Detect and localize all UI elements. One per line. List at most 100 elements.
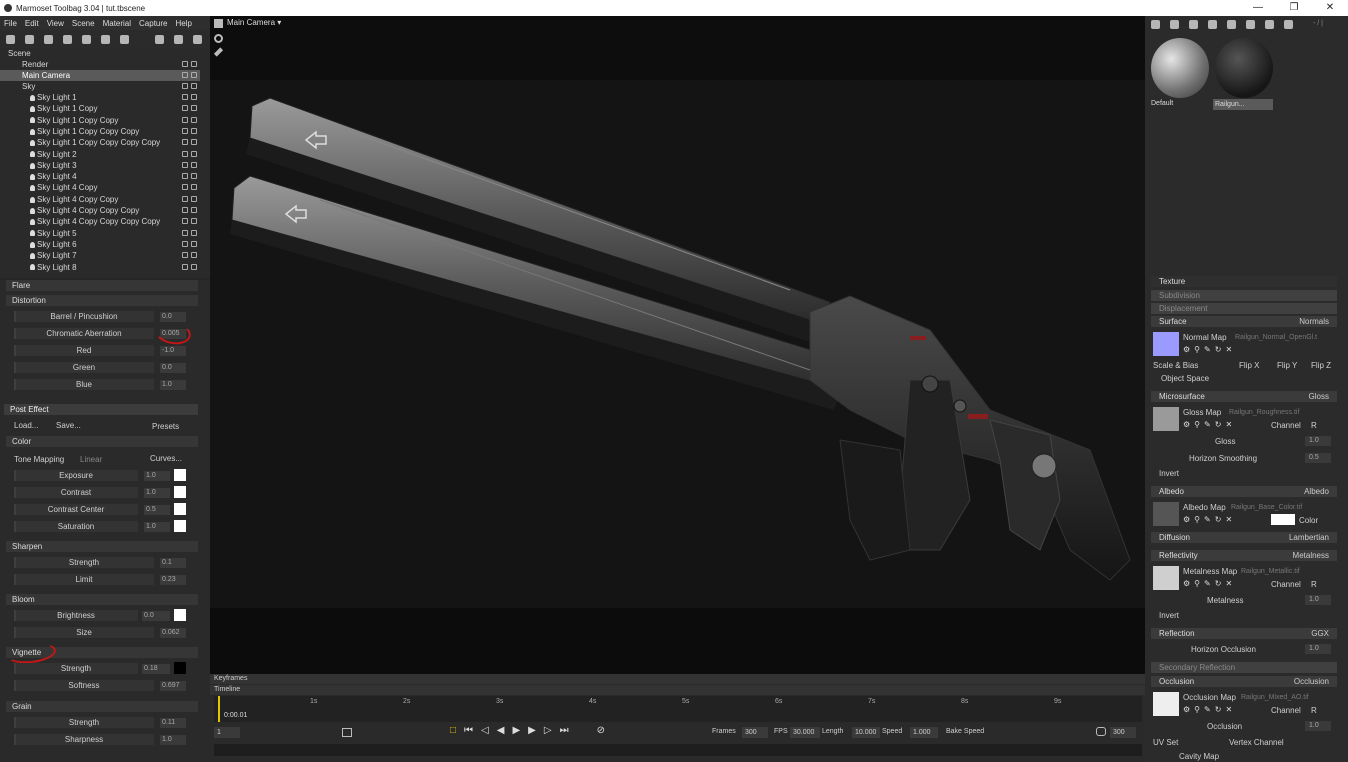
default-material-sphere[interactable] [1151, 38, 1209, 98]
horizon-occlusion-value[interactable]: 1.0 [1305, 644, 1331, 654]
section-grain[interactable]: Grain [6, 701, 198, 712]
albedo-map-thumbnail[interactable] [1153, 502, 1179, 526]
magnify-icon[interactable]: ⚲ [1194, 515, 1204, 524]
visibility-toggle[interactable] [182, 252, 198, 259]
flip-x-checkbox[interactable]: Flip X [1239, 360, 1259, 371]
tree-item-sky-light[interactable]: Sky Light 4 Copy [0, 182, 200, 193]
section-texture[interactable]: Texture [1151, 276, 1337, 287]
camera-selector[interactable]: Main Camera ▾ [227, 18, 281, 27]
folder-icon[interactable] [155, 34, 164, 44]
bloom-brightness-value[interactable]: 0.0 [142, 611, 170, 621]
tree-item-sky-light[interactable]: Sky Light 3 [0, 160, 200, 171]
bake-speed-button[interactable]: Bake Speed [946, 728, 984, 735]
visibility-toggle[interactable] [182, 229, 198, 237]
reload-icon[interactable]: ↻ [1215, 420, 1226, 429]
edit-icon[interactable]: ✎ [1204, 420, 1215, 429]
flip-z-checkbox[interactable]: Flip Z [1311, 360, 1331, 371]
next-frame-icon[interactable]: ▶ [528, 725, 536, 736]
gloss-map-file[interactable]: Railgun_Roughness.tif [1229, 407, 1329, 418]
material-name-railgun[interactable]: Railgun... [1213, 99, 1273, 110]
railgun-material-sphere[interactable] [1215, 38, 1273, 98]
tree-item-sky-light[interactable]: Sky Light 1 Copy Copy Copy Copy [0, 137, 200, 148]
timeline-header[interactable]: Timeline [210, 685, 1145, 695]
section-sharpen[interactable]: Sharpen [6, 541, 198, 552]
no-loop-icon[interactable]: ⊘ [597, 725, 605, 736]
edit-icon[interactable]: ✎ [1204, 705, 1215, 714]
section-reflection[interactable]: Reflection GGX [1151, 628, 1337, 639]
settings-icon[interactable]: ⚙ [1183, 579, 1194, 588]
remove-icon[interactable]: ✕ [1225, 345, 1236, 354]
menu-scene[interactable]: Scene [68, 19, 99, 28]
skip-end-icon[interactable]: ⏭ [560, 725, 569, 736]
albedo-map-file[interactable]: Railgun_Base_Color.tif [1231, 502, 1331, 513]
play-icon[interactable]: ▶ [512, 725, 520, 736]
vertex-channel-dropdown[interactable]: Vertex Channel [1229, 737, 1284, 748]
section-subdivision[interactable]: Subdivision [1151, 290, 1337, 301]
barrel-value[interactable]: 0.0 [160, 312, 186, 322]
add-light-icon[interactable] [25, 34, 34, 44]
reflection-mode-dropdown[interactable]: GGX [1311, 628, 1329, 639]
step-back-icon[interactable]: ◁ [481, 725, 489, 736]
metalness-value[interactable]: 1.0 [1305, 595, 1331, 605]
speed-value[interactable]: 1.000 [910, 727, 938, 738]
visibility-toggle[interactable] [182, 240, 198, 248]
remove-icon[interactable]: ✕ [1225, 420, 1236, 429]
skip-start-icon[interactable]: ⏮ [464, 725, 473, 736]
fps-value[interactable]: 30.000 [790, 727, 820, 738]
edit-icon[interactable]: ✎ [1204, 345, 1215, 354]
section-occlusion[interactable]: Occlusion Occlusion [1151, 676, 1337, 687]
step-forward-icon[interactable]: ▷ [544, 725, 552, 736]
tree-item-sky-light[interactable]: Sky Light 6 [0, 239, 200, 250]
section-bloom[interactable]: Bloom [6, 594, 198, 605]
pin-icon[interactable] [213, 47, 224, 57]
reload-icon[interactable]: ↻ [1215, 705, 1226, 714]
microsurface-mode-dropdown[interactable]: Gloss [1309, 391, 1329, 402]
section-flare[interactable]: Flare [6, 280, 198, 291]
tree-item-sky-light[interactable]: Sky Light 7 [0, 250, 200, 261]
visibility-toggle[interactable] [182, 218, 198, 225]
contrast-center-swatch[interactable] [174, 503, 186, 515]
contrast-color-swatch[interactable] [174, 486, 186, 498]
contrast-center-value[interactable]: 0.5 [144, 505, 170, 515]
tree-item-sky-light[interactable]: Sky Light 2 [0, 149, 200, 160]
bloom-color-swatch[interactable] [174, 609, 186, 621]
keyframes-header[interactable]: Keyframes [210, 674, 1145, 684]
frames-value[interactable]: 300 [742, 727, 768, 738]
normal-map-file[interactable]: Railgun_Normal_OpenGl.t [1235, 332, 1335, 343]
section-albedo[interactable]: Albedo Albedo [1151, 486, 1337, 497]
visibility-toggle[interactable] [182, 263, 198, 271]
exposure-color-swatch[interactable] [174, 469, 186, 481]
end-frame-value[interactable]: 300 [1110, 727, 1136, 738]
menu-file[interactable]: File [0, 19, 21, 28]
metalness-map-file[interactable]: Railgun_Metallic.tif [1241, 566, 1331, 577]
object-space-checkbox[interactable]: Object Space [1161, 373, 1209, 384]
grain-strength-value[interactable]: 0.11 [160, 718, 186, 728]
tone-mapping-dropdown[interactable]: Linear [80, 454, 102, 465]
settings-icon[interactable]: ⚙ [1183, 420, 1194, 429]
visibility-toggle[interactable] [182, 105, 198, 112]
menu-view[interactable]: View [43, 19, 68, 28]
scale-bias-checkbox[interactable]: Scale & Bias [1153, 360, 1198, 371]
visibility-toggle[interactable] [182, 72, 198, 79]
maximize-button[interactable]: ❐ [1276, 0, 1312, 16]
menu-capture[interactable]: Capture [135, 19, 171, 28]
delete-icon[interactable] [193, 34, 202, 44]
section-post-effect[interactable]: Post Effect [4, 404, 198, 415]
settings-icon[interactable]: ⚙ [1183, 515, 1194, 524]
vignette-color-swatch[interactable] [174, 662, 186, 674]
tree-item-sky[interactable]: Sky [0, 81, 200, 92]
reflectivity-mode-dropdown[interactable]: Metalness [1293, 550, 1329, 561]
visibility-toggle[interactable] [182, 184, 198, 191]
add-turntable-icon[interactable] [63, 34, 72, 44]
close-button[interactable]: ✕ [1312, 0, 1348, 16]
duplicate-icon[interactable] [174, 34, 183, 44]
prev-frame-icon[interactable]: ◀ [497, 725, 505, 736]
presets-button[interactable]: Presets [152, 421, 179, 432]
albedo-mode-dropdown[interactable]: Albedo [1304, 486, 1329, 497]
timeline-track[interactable]: 0:00.01 1s 2s 3s 4s 5s 6s 7s 8s 9s [214, 696, 1142, 722]
section-distortion[interactable]: Distortion [6, 295, 198, 306]
reload-icon[interactable]: ↻ [1215, 515, 1226, 524]
occlusion-value[interactable]: 1.0 [1305, 721, 1331, 731]
add-sky-icon[interactable] [120, 34, 129, 44]
horizon-smoothing-value[interactable]: 0.5 [1305, 453, 1331, 463]
